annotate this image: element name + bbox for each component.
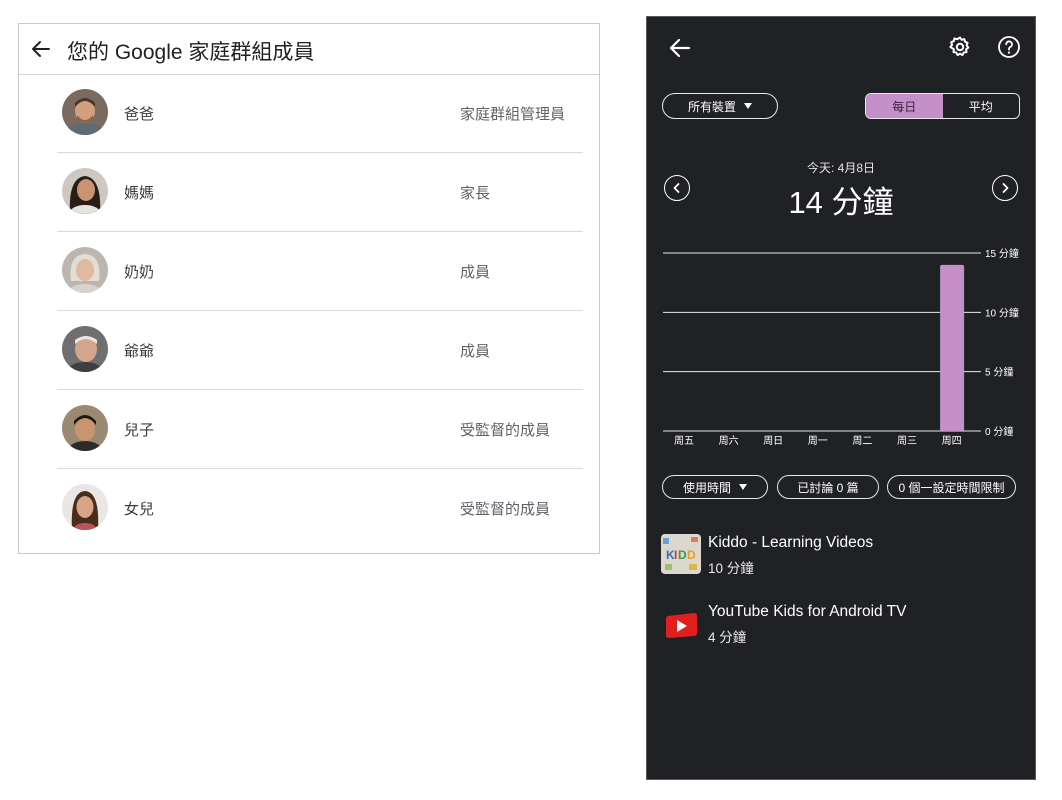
date-label: 今天: 4月8日 — [806, 161, 876, 175]
period-toggle: 每日 平均 — [865, 93, 1020, 119]
member-name: 媽媽 — [124, 185, 155, 202]
next-day-button[interactable] — [992, 175, 1018, 201]
member-row-grandma[interactable]: 奶奶 成員 — [57, 232, 583, 311]
family-header: 您的 Google 家庭群組成員 — [19, 24, 599, 75]
page-title: 您的 Google 家庭群組成員 — [67, 41, 315, 64]
family-group-panel: 您的 Google 家庭群組成員 爸爸 家庭群組管理員 媽媽 家長 奶奶 成員 … — [18, 23, 600, 554]
bar-周四[interactable] — [940, 264, 965, 431]
x-tick-label: 周六 — [719, 435, 739, 447]
youtube-kids-icon — [661, 605, 701, 645]
avatar — [62, 247, 108, 293]
avatar — [62, 326, 108, 372]
time-limit-filter-button[interactable]: 0 個一設定時間限制 — [887, 475, 1016, 499]
y-tick-label: 10 分鐘 — [985, 306, 1019, 319]
member-list: 爸爸 家庭群組管理員 媽媽 家長 奶奶 成員 爺爺 成員 兒子 受監督的成員 女… — [57, 74, 583, 547]
member-name: 爸爸 — [124, 106, 155, 123]
chevron-right-icon — [1002, 183, 1009, 193]
x-tick-label: 周二 — [852, 435, 872, 447]
chevron-left-icon — [673, 183, 680, 193]
app-name: YouTube Kids for Android TV — [708, 603, 907, 620]
member-role: 家庭群組管理員 — [460, 106, 566, 123]
app-name: Kiddo - Learning Videos — [708, 534, 874, 551]
member-row-dad[interactable]: 爸爸 家庭群組管理員 — [57, 74, 583, 153]
app-time: 4 分鐘 — [708, 630, 747, 645]
svg-text:I: I — [674, 548, 677, 562]
member-row-daughter[interactable]: 女兒 受監督的成員 — [57, 469, 583, 547]
member-role: 家長 — [460, 185, 491, 202]
gear-icon[interactable] — [948, 35, 972, 64]
device-filter-label: 所有裝置 — [687, 99, 736, 114]
member-name: 兒子 — [124, 422, 155, 439]
usage-time-dropdown[interactable]: 使用時間 — [662, 475, 768, 499]
kiddo-app-icon: K I D D — [661, 534, 701, 574]
previous-day-button[interactable] — [664, 175, 690, 201]
help-icon[interactable] — [997, 35, 1021, 64]
app-row-kiddo[interactable]: K I D D Kiddo - Learning Videos 10 分鐘 — [661, 534, 1021, 578]
usage-panel: 所有裝置 每日 平均 今天: 4月8日 14 分鐘 0 分鐘 5 分鐘 10 分鐘 1… — [646, 16, 1036, 780]
y-tick-label: 15 分鐘 — [985, 247, 1019, 260]
avatar — [62, 484, 108, 530]
svg-text:D: D — [678, 548, 687, 562]
member-role: 成員 — [460, 343, 491, 360]
usage-bar-chart: 0 分鐘 5 分鐘 10 分鐘 15 分鐘周五 周六 周日 周一 周二 周三 周四 — [663, 247, 1019, 447]
x-tick-label: 周日 — [763, 435, 783, 447]
member-row-mom[interactable]: 媽媽 家長 — [57, 153, 583, 232]
avatar — [62, 89, 108, 135]
usage-time-label: 使用時間 — [682, 480, 731, 495]
member-name: 爺爺 — [124, 343, 155, 360]
member-row-son[interactable]: 兒子 受監督的成員 — [57, 390, 583, 469]
member-name: 女兒 — [124, 501, 155, 518]
member-name: 奶奶 — [124, 264, 155, 281]
total-time: 14 分鐘 — [788, 185, 894, 220]
svg-text:D: D — [687, 548, 696, 562]
avatar — [62, 405, 108, 451]
y-tick-label: 0 分鐘 — [985, 425, 1013, 438]
avatar — [62, 168, 108, 214]
member-role: 受監督的成員 — [460, 422, 551, 439]
member-role: 成員 — [460, 264, 491, 281]
tab-average[interactable]: 平均 — [943, 94, 1020, 118]
caret-down-icon — [744, 103, 752, 109]
x-tick-label: 周五 — [674, 435, 694, 447]
caret-down-icon — [739, 484, 747, 490]
y-tick-label: 5 分鐘 — [985, 366, 1013, 379]
app-time: 10 分鐘 — [708, 561, 754, 576]
x-tick-label: 周一 — [808, 435, 828, 447]
back-arrow-icon[interactable] — [29, 37, 53, 61]
member-role: 受監督的成員 — [460, 501, 551, 518]
member-row-grandpa[interactable]: 爺爺 成員 — [57, 311, 583, 390]
tab-daily[interactable]: 每日 — [866, 94, 943, 118]
x-tick-label: 周四 — [942, 435, 962, 447]
back-arrow-icon[interactable] — [667, 35, 693, 66]
x-tick-label: 周三 — [897, 435, 917, 447]
device-filter-dropdown[interactable]: 所有裝置 — [662, 93, 778, 119]
app-row-youtube-kids[interactable]: YouTube Kids for Android TV 4 分鐘 — [661, 603, 1021, 647]
discussed-filter-button[interactable]: 已討論 0 篇 — [777, 475, 879, 499]
